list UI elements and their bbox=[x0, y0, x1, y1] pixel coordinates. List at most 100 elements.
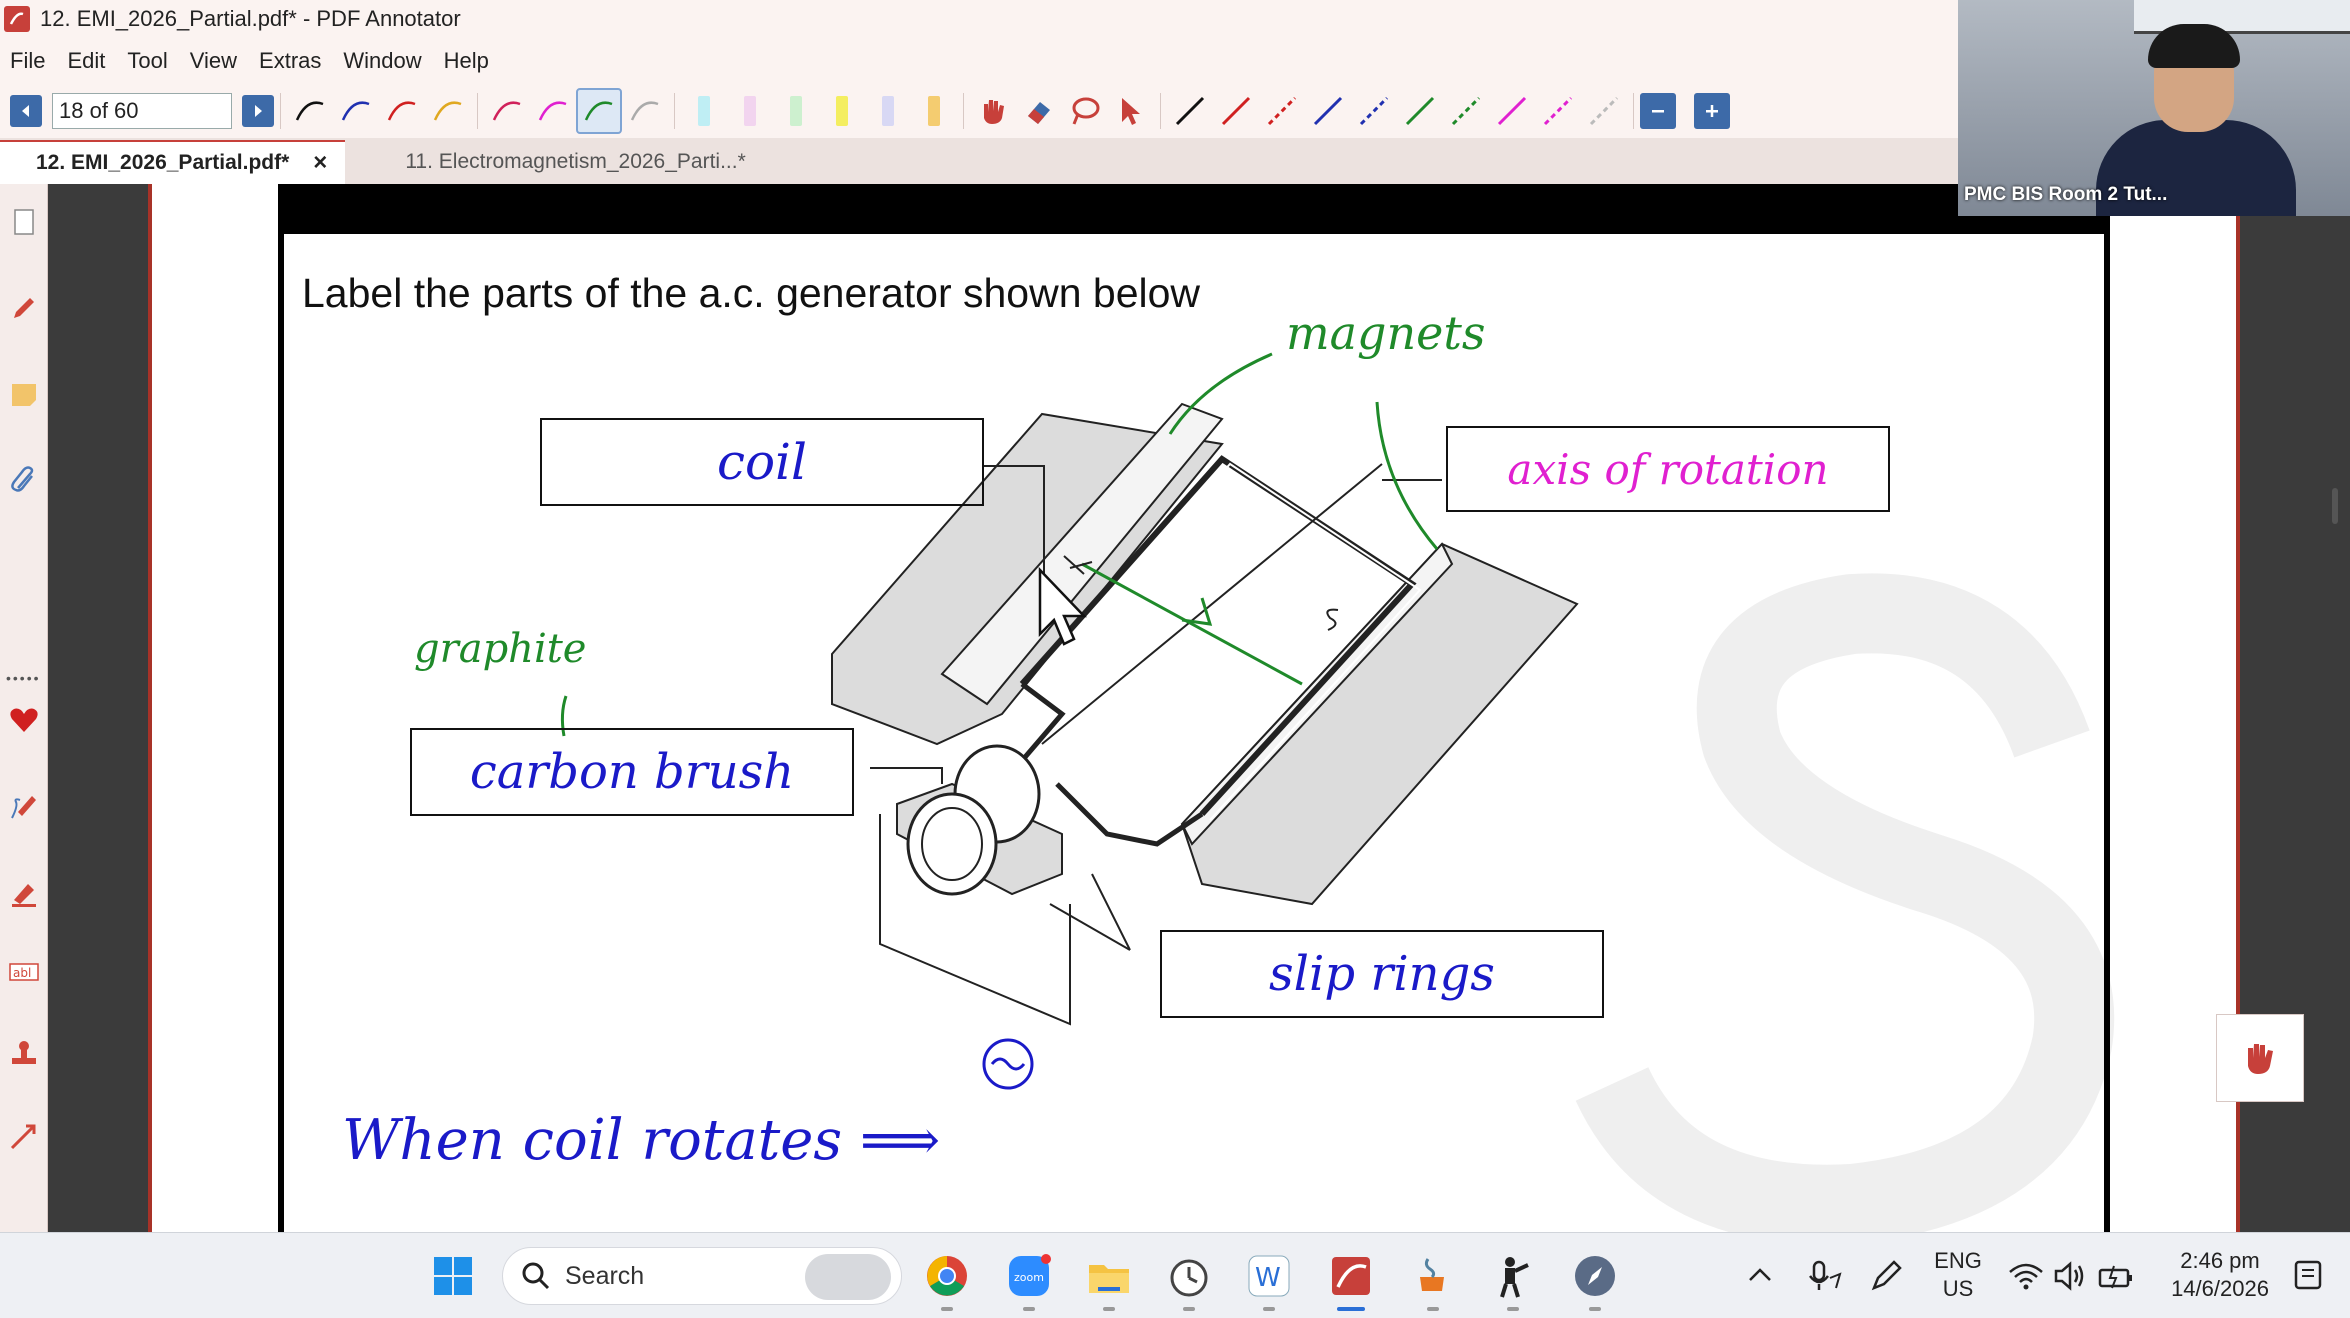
tab-electromagnetism-2026[interactable]: 11. Electromagnetism_2026_Parti...* bbox=[345, 140, 763, 184]
highlighter-sidebar-button[interactable] bbox=[4, 872, 44, 912]
taskbar-wiki-app[interactable]: W bbox=[1244, 1251, 1294, 1301]
taskbar-presenter-app[interactable] bbox=[1488, 1251, 1538, 1301]
tab-emi-2026[interactable]: 12. EMI_2026_Partial.pdf* × bbox=[0, 140, 346, 184]
line-blue-tool[interactable] bbox=[1305, 88, 1351, 134]
close-tab-icon[interactable]: × bbox=[313, 149, 327, 177]
previous-page-button[interactable] bbox=[10, 95, 42, 127]
menu-file[interactable]: File bbox=[10, 48, 45, 74]
highlighter-yellow-tool[interactable] bbox=[819, 88, 865, 134]
taskbar-safari[interactable] bbox=[1570, 1251, 1620, 1301]
line-green-tool[interactable] bbox=[1397, 88, 1443, 134]
start-button[interactable] bbox=[428, 1251, 478, 1301]
pen-stroke-icon bbox=[341, 101, 370, 121]
pen-magenta-tool[interactable] bbox=[530, 88, 576, 134]
highlighter-orange-tool[interactable] bbox=[911, 88, 957, 134]
clock[interactable]: 2:46 pm 14/6/2026 bbox=[2160, 1247, 2280, 1303]
line-black-tool[interactable] bbox=[1167, 88, 1213, 134]
lasso-tool[interactable] bbox=[1062, 88, 1108, 134]
pen-crimson-tool[interactable] bbox=[484, 88, 530, 134]
pencil-icon bbox=[14, 298, 34, 318]
pen-red-tool[interactable] bbox=[379, 88, 425, 134]
eraser-tool[interactable] bbox=[1016, 88, 1062, 134]
page-thumbnail-button[interactable] bbox=[4, 202, 44, 242]
participant-video[interactable]: PMC BIS Room 2 Tut... bbox=[1958, 0, 2350, 216]
taskbar-search[interactable]: Search bbox=[502, 1247, 902, 1305]
pen-menu-button[interactable] bbox=[1866, 1251, 1906, 1301]
running-indicator bbox=[1589, 1307, 1601, 1311]
battery-button[interactable] bbox=[2096, 1251, 2136, 1301]
pen-yellow-tool[interactable] bbox=[425, 88, 471, 134]
pen-stroke-icon bbox=[538, 101, 567, 121]
show-hidden-icons-button[interactable] bbox=[1744, 1251, 1776, 1301]
pen-green-tool[interactable] bbox=[576, 88, 622, 134]
heart-icon bbox=[10, 708, 38, 732]
taskbar-zoom[interactable]: zoom bbox=[1004, 1251, 1054, 1301]
pen-sidebar-button[interactable] bbox=[4, 288, 44, 328]
highlighter-icon bbox=[882, 96, 894, 126]
text-box-button[interactable]: abl bbox=[4, 952, 44, 992]
dashed-line-green-tool[interactable] bbox=[1443, 88, 1489, 134]
menu-window[interactable]: Window bbox=[343, 48, 421, 74]
taskbar-file-explorer[interactable] bbox=[1084, 1251, 1134, 1301]
hand-tool[interactable] bbox=[970, 88, 1016, 134]
taskbar-chrome[interactable] bbox=[922, 1251, 972, 1301]
menu-tool[interactable]: Tool bbox=[127, 48, 167, 74]
page-icon bbox=[14, 209, 34, 235]
stamp-button[interactable] bbox=[4, 1034, 44, 1074]
menu-help[interactable]: Help bbox=[444, 48, 489, 74]
next-page-button[interactable] bbox=[242, 95, 274, 127]
pen-grey-tool[interactable] bbox=[622, 88, 668, 134]
tab-label: 11. Electromagnetism_2026_Parti...* bbox=[405, 150, 746, 173]
page-number-input[interactable] bbox=[52, 93, 232, 129]
pen-black-tool[interactable] bbox=[287, 88, 333, 134]
taskbar-pdf-annotator[interactable] bbox=[1326, 1251, 1376, 1301]
select-tool[interactable] bbox=[1108, 88, 1154, 134]
favorites-button[interactable] bbox=[4, 700, 44, 740]
line-magenta-tool[interactable] bbox=[1489, 88, 1535, 134]
highlighter-icon bbox=[928, 96, 940, 126]
raise-hand-button[interactable] bbox=[2216, 1014, 2304, 1102]
highlighter-lavender-tool[interactable] bbox=[865, 88, 911, 134]
page-header-band bbox=[278, 184, 2110, 234]
menu-view[interactable]: View bbox=[190, 48, 237, 74]
line-red-tool[interactable] bbox=[1213, 88, 1259, 134]
wifi-button[interactable] bbox=[2006, 1251, 2046, 1301]
toolbar bbox=[0, 84, 1958, 138]
attachment-button[interactable] bbox=[4, 460, 44, 500]
toolbar-separator bbox=[1160, 93, 1161, 129]
taskbar-clock-app[interactable] bbox=[1164, 1251, 1214, 1301]
highlighter-icon bbox=[12, 884, 36, 907]
zoom-in-button[interactable] bbox=[1694, 93, 1730, 129]
sticky-note-button[interactable] bbox=[4, 374, 44, 414]
menu-extras[interactable]: Extras bbox=[259, 48, 321, 74]
pdf-annotator-icon bbox=[4, 6, 30, 32]
highlighter-cyan-tool[interactable] bbox=[681, 88, 727, 134]
pen-blue-tool[interactable] bbox=[333, 88, 379, 134]
dashed-line-magenta-tool[interactable] bbox=[1535, 88, 1581, 134]
magnets-annotation: magnets bbox=[1286, 306, 1486, 360]
dashed-line-grey-tool[interactable] bbox=[1581, 88, 1627, 134]
pen-settings-button[interactable] bbox=[4, 786, 44, 826]
taskbar-java[interactable] bbox=[1408, 1251, 1458, 1301]
highlighter-green-tool[interactable] bbox=[773, 88, 819, 134]
sticky-note-icon bbox=[12, 384, 36, 406]
menu-edit[interactable]: Edit bbox=[67, 48, 105, 74]
input-language-indicator[interactable]: ENG US bbox=[1930, 1247, 1986, 1303]
slip-rings-label: slip rings bbox=[1269, 946, 1495, 1002]
menu-bar: File Edit Tool View Extras Window Help bbox=[0, 38, 1958, 84]
sidebar-divider: ••••• bbox=[6, 670, 41, 686]
dashed-line-red-tool[interactable] bbox=[1259, 88, 1305, 134]
arrow-tool-button[interactable] bbox=[4, 1116, 44, 1156]
dashed-line-blue-tool[interactable] bbox=[1351, 88, 1397, 134]
notifications-button[interactable] bbox=[2290, 1251, 2330, 1301]
dashed-line-icon bbox=[1451, 96, 1481, 126]
battery-icon bbox=[2098, 1265, 2132, 1289]
highlighter-pink-tool[interactable] bbox=[727, 88, 773, 134]
vertical-scrollbar-thumb[interactable] bbox=[2332, 488, 2338, 524]
running-indicator bbox=[1507, 1307, 1519, 1311]
volume-button[interactable] bbox=[2050, 1251, 2090, 1301]
microphone-location-button[interactable] bbox=[1804, 1251, 1844, 1301]
zoom-out-button[interactable] bbox=[1640, 93, 1676, 129]
toolbar-separator bbox=[674, 93, 675, 129]
toolbar-separator bbox=[477, 93, 478, 129]
